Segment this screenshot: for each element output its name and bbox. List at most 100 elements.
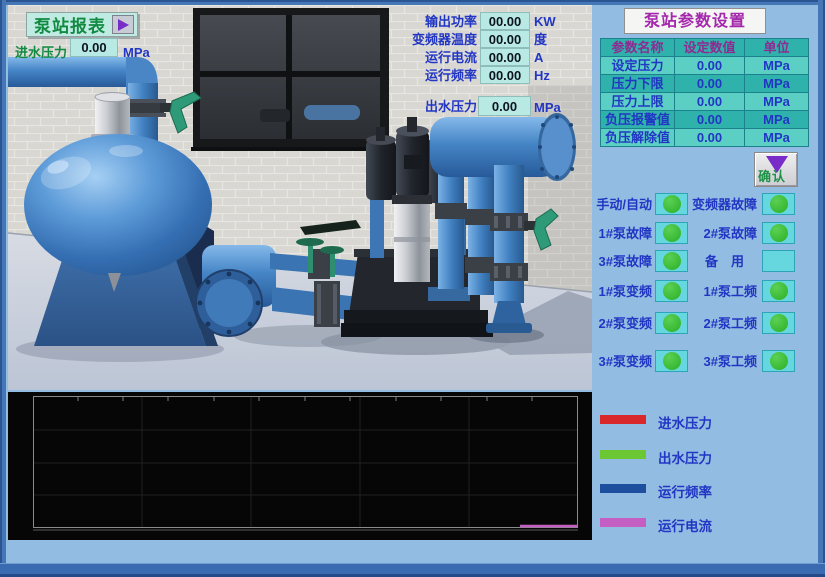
indicator-manual-auto [655, 193, 688, 215]
screen-border-right [818, 0, 825, 577]
run-current-value: 00.00 [480, 48, 530, 66]
settings-table: 参数名称 设定数值 单位 设定压力 0.00 MPa 压力下限 0.00 MPa… [600, 38, 809, 147]
run-freq-label: 运行频率 [330, 67, 477, 85]
indicator-label-pump3-mains: 3#泵工频 [688, 353, 757, 371]
indicator-label-pump1-fault: 1#泵故障 [570, 225, 652, 243]
table-row: 压力上限 0.00 MPa [601, 93, 809, 111]
indicator-pump3-fault [655, 250, 688, 272]
chrome-pump-body [390, 195, 434, 292]
param-name: 设定压力 [601, 57, 675, 75]
settings-table-header: 参数名称 设定数值 单位 [601, 39, 809, 57]
run-freq-value: 00.00 [480, 66, 530, 84]
legend-label-inlet: 进水压力 [658, 412, 712, 432]
indicator-label-pump2-mains: 2#泵工频 [688, 315, 757, 333]
param-name: 负压解除值 [601, 129, 675, 147]
status-lamp [663, 352, 681, 370]
col-set-value: 设定数值 [675, 39, 745, 57]
outlet-pressure-label: 出水压力 [372, 98, 477, 116]
param-value-field[interactable]: 0.00 [675, 75, 745, 93]
legend-swatch-current [600, 518, 646, 527]
report-button[interactable]: 泵站报表 [26, 12, 138, 37]
play-icon [118, 19, 129, 31]
inlet-pressure-unit: MPa [123, 44, 150, 62]
param-value-field[interactable]: 0.00 [675, 129, 745, 147]
output-power-unit: KW [534, 13, 556, 31]
legend-swatch-inlet [600, 415, 646, 424]
trend-chart [8, 392, 592, 540]
status-lamp [663, 252, 681, 270]
indicator-pump1-mains [762, 280, 795, 302]
indicator-pump2-fault [762, 222, 795, 244]
confirm-button[interactable]: 确认 [754, 152, 798, 187]
indicator-pump3-vfd [655, 350, 688, 372]
table-row: 负压报警值 0.00 MPa [601, 111, 809, 129]
param-name: 压力上限 [601, 93, 675, 111]
param-unit: MPa [745, 111, 809, 129]
indicator-label-manual-auto: 手动/自动 [570, 196, 652, 214]
param-value-field[interactable]: 0.00 [675, 93, 745, 111]
indicator-label-pump2-fault: 2#泵故障 [688, 225, 757, 243]
indicator-label-spare: 备 用 [688, 253, 744, 271]
vfd-temp-label: 变频器温度 [330, 31, 477, 49]
col-unit: 单位 [745, 39, 809, 57]
status-lamp [770, 224, 788, 242]
indicator-label-pump1-mains: 1#泵工频 [688, 283, 757, 301]
param-unit: MPa [745, 57, 809, 75]
indicator-label-pump3-vfd: 3#泵变频 [570, 353, 652, 371]
report-open-icon[interactable] [112, 15, 134, 34]
confirm-button-label: 确认 [758, 166, 786, 185]
screen-border-top [0, 0, 825, 5]
inlet-pressure-value: 0.00 [70, 38, 118, 57]
legend-label-current: 运行电流 [658, 515, 712, 535]
vfd-temp-value: 00.00 [480, 30, 530, 48]
param-unit: MPa [745, 129, 809, 147]
legend-label-outlet: 出水压力 [658, 447, 712, 467]
chart-frame [34, 397, 578, 528]
report-button-label: 泵站报表 [34, 12, 106, 37]
param-unit: MPa [745, 75, 809, 93]
param-name: 压力下限 [601, 75, 675, 93]
settings-panel-title: 泵站参数设置 [624, 8, 766, 34]
indicator-pump2-mains [762, 312, 795, 334]
status-lamp [663, 314, 681, 332]
vfd-temp-unit: 度 [534, 31, 547, 49]
param-unit: MPa [745, 93, 809, 111]
legend-swatch-outlet [600, 450, 646, 459]
param-value-field[interactable]: 0.00 [675, 111, 745, 129]
hmi-screen: 泵站报表 进水压力 0.00 MPa 输出功率 00.00 KW 变频器温度 0… [0, 0, 825, 577]
param-value-field[interactable]: 0.00 [675, 57, 745, 75]
status-lamp [770, 352, 788, 370]
table-row: 压力下限 0.00 MPa [601, 75, 809, 93]
indicator-label-pump2-vfd: 2#泵变频 [570, 315, 652, 333]
legend-swatch-freq [600, 484, 646, 493]
status-lamp [663, 282, 681, 300]
status-lamp [770, 314, 788, 332]
status-lamp [770, 195, 788, 213]
legend-label-freq: 运行频率 [658, 481, 712, 501]
indicator-label-pump3-fault: 3#泵故障 [570, 253, 652, 271]
indicator-vfd-fault [762, 193, 795, 215]
status-lamp [663, 195, 681, 213]
trend-chart-plot [8, 392, 592, 540]
outlet-pressure-unit: MPa [534, 99, 561, 117]
indicator-pump1-vfd [655, 280, 688, 302]
indicator-label-pump1-vfd: 1#泵变频 [570, 283, 652, 301]
chart-grid [34, 397, 577, 527]
indicator-pump1-fault [655, 222, 688, 244]
inlet-pressure-label: 进水压力 [15, 44, 67, 62]
chart-ticks [78, 397, 532, 401]
screen-border-bottom [0, 563, 825, 577]
indicator-pump3-mains [762, 350, 795, 372]
indicator-spare [762, 250, 795, 272]
outlet-pressure-value: 0.00 [478, 96, 531, 116]
status-lamp [770, 282, 788, 300]
run-current-unit: A [534, 49, 543, 67]
pump-station-3d-view: 泵站报表 进水压力 0.00 MPa 输出功率 00.00 KW 变频器温度 0… [8, 5, 592, 390]
run-current-label: 运行电流 [330, 49, 477, 67]
indicator-label-vfd-fault: 变频器故障 [688, 196, 757, 214]
table-row: 设定压力 0.00 MPa [601, 57, 809, 75]
param-name: 负压报警值 [601, 111, 675, 129]
output-power-value: 00.00 [480, 12, 530, 30]
indicator-pump2-vfd [655, 312, 688, 334]
col-param-name: 参数名称 [601, 39, 675, 57]
